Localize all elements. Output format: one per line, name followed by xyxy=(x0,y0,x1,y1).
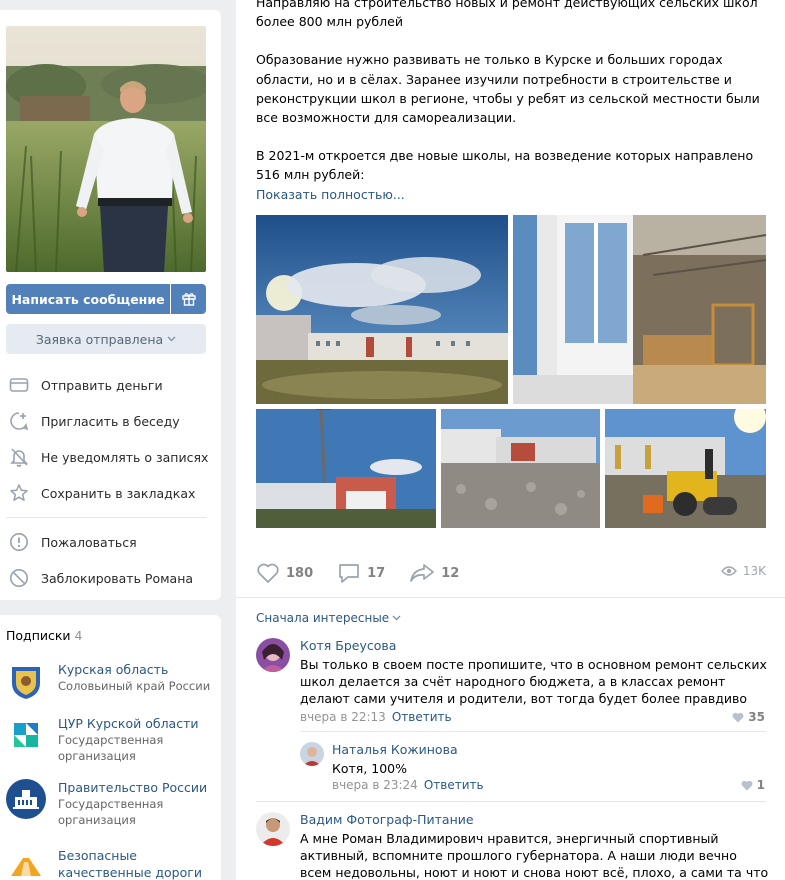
comment-button[interactable]: 17 xyxy=(337,562,385,584)
write-message-label: Написать сообщение xyxy=(11,291,165,307)
send-money-label: Отправить деньги xyxy=(41,377,163,393)
write-message-button[interactable]: Написать сообщение xyxy=(6,284,170,314)
subscription-desc: Соловьиный край России xyxy=(58,679,211,693)
bell-off-icon xyxy=(8,446,30,468)
eye-icon xyxy=(720,566,737,576)
invite-chat-icon xyxy=(8,410,30,432)
comment-avatar[interactable] xyxy=(256,638,290,672)
subscriptions-title: Подписки xyxy=(6,628,71,643)
heart-icon xyxy=(257,563,279,583)
comment-avatar[interactable] xyxy=(300,742,324,766)
subscriptions-card: Подписки 4 Курская область Соловьиный кра… xyxy=(0,615,221,880)
friend-request-button[interactable]: Заявка отправлена xyxy=(6,324,206,354)
subscription-name: ЦУР Курской области xyxy=(58,716,199,731)
views-counter: 13K xyxy=(720,564,766,578)
like-button[interactable]: 180 xyxy=(256,562,313,584)
comment-like-button[interactable]: 35 xyxy=(732,710,765,724)
heart-icon xyxy=(741,780,753,790)
cur-logo xyxy=(6,715,46,755)
comment-meta: вчера в 23:24 Ответить xyxy=(332,778,484,792)
block-user-label: Заблокировать Романа xyxy=(41,570,194,586)
comment-sort-label: Сначала интересные xyxy=(256,611,390,625)
kursk-region-logo xyxy=(6,661,46,701)
views-count: 13K xyxy=(742,564,766,578)
share-icon xyxy=(410,564,435,582)
bookmark-item[interactable]: Сохранить в закладках xyxy=(0,475,221,511)
post-photo[interactable] xyxy=(256,409,436,528)
comment-avatar[interactable] xyxy=(256,812,290,846)
profile-photo[interactable] xyxy=(6,26,206,272)
reply-link[interactable]: Ответить xyxy=(392,710,452,724)
comment-text: А мне Роман Владимирович нравится, энерг… xyxy=(300,831,769,880)
report-icon xyxy=(8,531,30,553)
subscription-desc: Государственная организация xyxy=(58,797,164,827)
gift-icon xyxy=(181,293,196,306)
subscription-item[interactable]: Правительство России Государственная орг… xyxy=(6,779,216,828)
mute-posts-item[interactable]: Не уведомлять о записях xyxy=(0,439,221,475)
comment-like-count: 1 xyxy=(756,778,765,792)
post-text: Направляю на строительство новых и ремон… xyxy=(256,0,771,204)
subscription-name: Правительство России xyxy=(58,780,208,795)
send-money-item[interactable]: Отправить деньги xyxy=(0,367,221,403)
like-count: 180 xyxy=(286,565,314,581)
post-paragraph: Образование нужно развивать не только в … xyxy=(256,52,760,126)
invite-chat-label: Пригласить в беседу xyxy=(41,413,180,429)
share-count: 12 xyxy=(441,565,460,581)
menu-divider xyxy=(6,517,207,518)
comment-author[interactable]: Вадим Фотограф-Питание xyxy=(300,812,474,827)
subscription-desc: Государственная организация xyxy=(58,733,164,763)
report-item[interactable]: Пожаловаться xyxy=(0,524,221,560)
friend-request-label: Заявка отправлена xyxy=(35,331,164,347)
share-button[interactable]: 12 xyxy=(409,562,459,584)
comment-like-button[interactable]: 1 xyxy=(741,778,765,792)
comment-meta: вчера в 22:13 Ответить xyxy=(300,710,452,724)
comment-count: 17 xyxy=(367,565,386,581)
subscriptions-header[interactable]: Подписки 4 xyxy=(6,628,83,643)
divider xyxy=(300,731,766,732)
comment-time[interactable]: вчера в 22:13 xyxy=(300,710,386,724)
comment-time[interactable]: вчера в 23:24 xyxy=(332,778,418,792)
post-actions-bar: 180 17 12 13K xyxy=(256,560,766,586)
comment-icon xyxy=(339,564,359,583)
post-photo[interactable] xyxy=(256,215,508,404)
subscriptions-count: 4 xyxy=(74,628,83,643)
heart-icon xyxy=(732,712,744,722)
money-icon xyxy=(8,374,30,396)
show-more-link[interactable]: Показать полностью... xyxy=(256,187,405,202)
subscription-item[interactable]: ЦУР Курской области Государственная орга… xyxy=(6,715,216,764)
post-photo[interactable] xyxy=(605,409,766,528)
report-label: Пожаловаться xyxy=(41,534,137,550)
profile-actions-menu: Отправить деньги Пригласить в беседу Не … xyxy=(0,367,221,596)
post-paragraph: Направляю на строительство новых и ремон… xyxy=(256,0,758,30)
invite-chat-item[interactable]: Пригласить в беседу xyxy=(0,403,221,439)
post-photo[interactable] xyxy=(513,215,766,404)
roads-logo xyxy=(6,847,46,880)
comment-like-count: 35 xyxy=(748,710,765,724)
reply-link[interactable]: Ответить xyxy=(424,778,484,792)
subscription-name: Курская область xyxy=(58,662,169,677)
block-user-item[interactable]: Заблокировать Романа xyxy=(0,560,221,596)
star-icon xyxy=(8,482,30,504)
subscription-item[interactable]: Безопасные качественные дороги xyxy=(6,847,216,880)
divider xyxy=(256,801,766,802)
post-photo[interactable] xyxy=(441,409,600,528)
subscription-name: Безопасные качественные дороги xyxy=(58,848,202,880)
chevron-down-icon xyxy=(167,336,176,342)
chevron-down-icon xyxy=(392,615,401,621)
wall-post: Направляю на строительство новых и ремон… xyxy=(236,0,785,880)
comment-sort-dropdown[interactable]: Сначала интересные xyxy=(256,611,401,625)
divider xyxy=(236,597,785,598)
bookmark-label: Сохранить в закладках xyxy=(41,485,196,501)
comment-author[interactable]: Котя Бреусова xyxy=(300,638,396,653)
government-logo xyxy=(6,779,46,819)
subscription-item[interactable]: Курская область Соловьиный край России xyxy=(6,661,216,701)
block-icon xyxy=(8,567,30,589)
mute-posts-label: Не уведомлять о записях xyxy=(41,449,209,465)
comment-author[interactable]: Наталья Кожинова xyxy=(332,742,458,757)
comment-text: Котя, 100% xyxy=(332,761,408,776)
comment-text: Вы только в своем посте пропишите, что в… xyxy=(300,657,767,706)
post-paragraph: В 2021-м откроется две новые школы, на в… xyxy=(256,148,754,183)
gift-button[interactable] xyxy=(171,284,206,314)
profile-card: Написать сообщение Заявка отправлена Отп… xyxy=(0,10,221,600)
